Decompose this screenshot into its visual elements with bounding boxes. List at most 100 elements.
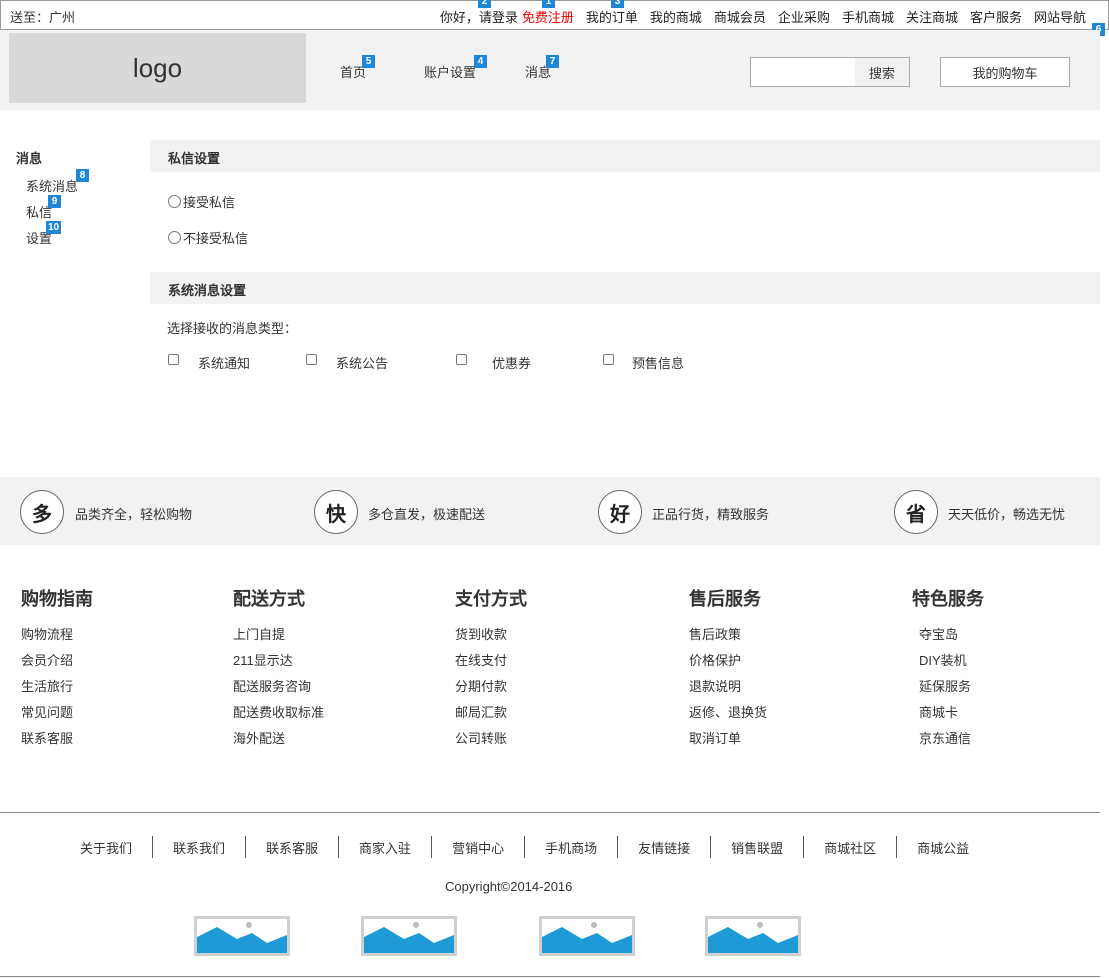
header: logo 首页 账户设置 消息 搜索 我的购物车 bbox=[0, 30, 1100, 110]
image-placeholder-icon[interactable] bbox=[361, 916, 457, 956]
private-msg-section-title: 私信设置 bbox=[168, 151, 221, 166]
footer-link[interactable]: 会员介绍 bbox=[21, 650, 73, 669]
divider bbox=[803, 836, 805, 858]
footer-link[interactable]: 配送服务咨询 bbox=[233, 676, 311, 695]
image-placeholder-icon[interactable] bbox=[705, 916, 801, 956]
bottom-link[interactable]: 友情链接 bbox=[638, 836, 690, 858]
footer-divider bbox=[0, 812, 1100, 813]
footer-link[interactable]: 在线支付 bbox=[455, 650, 507, 669]
my-mall-link[interactable]: 我的商城 bbox=[650, 7, 702, 26]
bottom-link[interactable]: 联系我们 bbox=[173, 836, 225, 858]
image-placeholder-icon[interactable] bbox=[194, 916, 290, 956]
footer-link[interactable]: 京东通信 bbox=[919, 728, 971, 747]
my-orders-link[interactable]: 我的订单 bbox=[586, 7, 638, 26]
follow-mall-link[interactable]: 关注商城 bbox=[906, 7, 958, 26]
footer-link[interactable]: 海外配送 bbox=[233, 728, 285, 747]
feature-icon-save: 省 bbox=[894, 490, 938, 534]
footer-link[interactable]: 返修、退换货 bbox=[689, 702, 767, 721]
radio-accept-private[interactable]: 接受私信 bbox=[168, 192, 235, 211]
footer-link[interactable]: 公司转账 bbox=[455, 728, 507, 747]
checkbox-coupon[interactable] bbox=[456, 354, 467, 365]
bottom-links: 关于我们 联系我们 联系客服 商家入驻 营销中心 手机商场 友情链接 销售联盟 … bbox=[80, 836, 969, 858]
footer-link[interactable]: 售后政策 bbox=[689, 624, 741, 643]
checkbox-label: 系统公告 bbox=[336, 356, 389, 371]
private-msg-section-header: 私信设置 bbox=[150, 140, 1100, 172]
divider bbox=[524, 836, 526, 858]
bottom-link[interactable]: 销售联盟 bbox=[731, 836, 783, 858]
radio-button[interactable] bbox=[168, 195, 181, 208]
register-link[interactable]: 免费注册 bbox=[522, 7, 574, 26]
radio-reject-private[interactable]: 不接受私信 bbox=[168, 228, 248, 247]
bottom-link[interactable]: 商家入驻 bbox=[359, 836, 411, 858]
sidebar-item-system-messages[interactable]: 系统消息 bbox=[26, 176, 78, 195]
divider bbox=[245, 836, 247, 858]
footer-link[interactable]: 商城卡 bbox=[919, 702, 958, 721]
footer-link[interactable]: 取消订单 bbox=[689, 728, 741, 747]
mobile-mall-link[interactable]: 手机商城 bbox=[842, 7, 894, 26]
footer-link[interactable]: 邮局汇款 bbox=[455, 702, 507, 721]
checkbox-label: 系统通知 bbox=[198, 356, 251, 371]
footer-link[interactable]: 退款说明 bbox=[689, 676, 741, 695]
bottom-link[interactable]: 商城社区 bbox=[824, 836, 876, 858]
footer-col-title: 特色服务 bbox=[912, 589, 984, 609]
annotation-badge: 9 bbox=[48, 195, 61, 208]
bottom-link[interactable]: 营销中心 bbox=[452, 836, 504, 858]
footer-link[interactable]: 配送费收取标准 bbox=[233, 702, 324, 721]
enterprise-purchase-link[interactable]: 企业采购 bbox=[778, 7, 830, 26]
login-link[interactable]: 你好，请登录 bbox=[440, 7, 518, 26]
site-nav-link[interactable]: 网站导航 bbox=[1034, 7, 1086, 26]
footer-link[interactable]: 上门自提 bbox=[233, 624, 285, 643]
customer-service-link[interactable]: 客户服务 bbox=[970, 7, 1022, 26]
footer-link[interactable]: 购物流程 bbox=[21, 624, 73, 643]
footer-link[interactable]: DIY装机 bbox=[919, 650, 967, 669]
footer-link[interactable]: 生活旅行 bbox=[21, 676, 73, 695]
feature-icon-quality: 好 bbox=[598, 490, 642, 534]
annotation-badge: 10 bbox=[46, 221, 62, 234]
nav-account-settings[interactable]: 账户设置 bbox=[424, 62, 476, 81]
annotation-badge: 4 bbox=[474, 55, 487, 68]
checkbox-system-announcement[interactable] bbox=[306, 354, 317, 365]
checkbox-label: 优惠券 bbox=[492, 356, 532, 371]
feature-icon-variety: 多 bbox=[20, 490, 64, 534]
checkbox-system-notice[interactable] bbox=[168, 354, 179, 365]
divider bbox=[431, 836, 433, 858]
footer-link[interactable]: 分期付款 bbox=[455, 676, 507, 695]
radio-button[interactable] bbox=[168, 231, 181, 244]
top-links: 你好，请登录 免费注册 我的订单 我的商城 商城会员 企业采购 手机商城 关注商… bbox=[440, 7, 1086, 26]
footer-link[interactable]: 联系客服 bbox=[21, 728, 73, 747]
bottom-link[interactable]: 联系客服 bbox=[266, 836, 318, 858]
mall-member-link[interactable]: 商城会员 bbox=[714, 7, 766, 26]
bottom-link[interactable]: 关于我们 bbox=[80, 836, 132, 858]
footer-link[interactable]: 211显示达 bbox=[233, 650, 293, 669]
radio-label: 接受私信 bbox=[183, 195, 236, 210]
bottom-link[interactable]: 商城公益 bbox=[917, 836, 969, 858]
footer-link[interactable]: 价格保护 bbox=[689, 650, 741, 669]
search-input[interactable] bbox=[751, 58, 855, 86]
footer-col-title: 售后服务 bbox=[689, 589, 761, 609]
annotation-badge: 2 bbox=[478, 0, 491, 8]
annotation-badge: 1 bbox=[542, 0, 555, 8]
annotation-badge: 8 bbox=[76, 169, 89, 182]
bottom-border bbox=[0, 976, 1100, 977]
footer-link[interactable]: 延保服务 bbox=[919, 676, 971, 695]
ship-to-location[interactable]: 送至：广州 bbox=[10, 7, 75, 26]
feature-text: 正品行货，精致服务 bbox=[652, 507, 770, 522]
message-type-prompt: 选择接收的消息类型： bbox=[167, 321, 298, 336]
site-logo[interactable]: logo bbox=[9, 33, 306, 103]
footer-col-title: 配送方式 bbox=[233, 589, 305, 609]
footer-link[interactable]: 常见问题 bbox=[21, 702, 73, 721]
cart-button[interactable]: 我的购物车 bbox=[940, 57, 1070, 87]
annotation-badge: 7 bbox=[546, 55, 559, 68]
footer-col-title: 购物指南 bbox=[21, 589, 93, 609]
divider bbox=[896, 836, 898, 858]
divider bbox=[617, 836, 619, 858]
checkbox-label: 预售信息 bbox=[632, 356, 685, 371]
bottom-link[interactable]: 手机商场 bbox=[545, 836, 597, 858]
footer-link[interactable]: 货到收款 bbox=[455, 624, 507, 643]
system-msg-section-header: 系统消息设置 bbox=[150, 272, 1100, 304]
image-placeholder-icon[interactable] bbox=[539, 916, 635, 956]
footer-link[interactable]: 夺宝岛 bbox=[919, 624, 958, 643]
feature-text: 天天低价，畅选无忧 bbox=[948, 507, 1066, 522]
search-button[interactable]: 搜索 bbox=[855, 58, 909, 86]
checkbox-presale[interactable] bbox=[603, 354, 614, 365]
